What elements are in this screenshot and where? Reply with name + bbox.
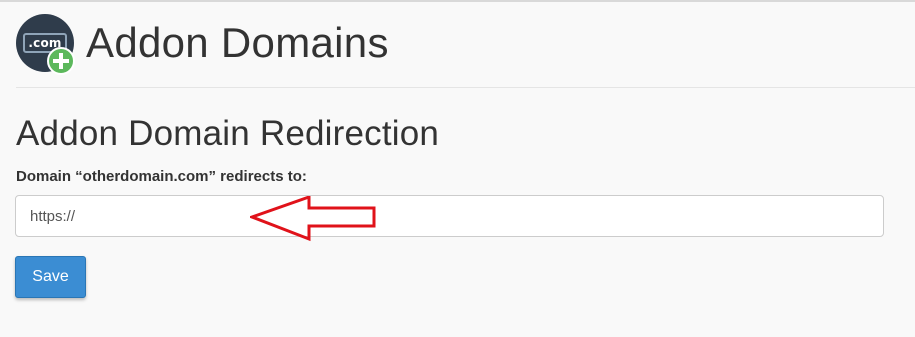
save-button[interactable]: Save (15, 256, 86, 298)
page-header: .com Addon Domains (16, 14, 389, 75)
redirect-field-label: Domain “otherdomain.com” redirects to: (16, 168, 307, 185)
addon-domain-icon: .com (16, 14, 75, 75)
redirect-url-input[interactable] (15, 195, 884, 237)
top-border (0, 0, 915, 2)
section-title: Addon Domain Redirection (16, 114, 440, 153)
header-divider (16, 87, 915, 88)
page-title: Addon Domains (86, 19, 389, 66)
plus-icon (47, 47, 75, 75)
page: .com Addon Domains Addon Domain Redirect… (0, 0, 915, 337)
